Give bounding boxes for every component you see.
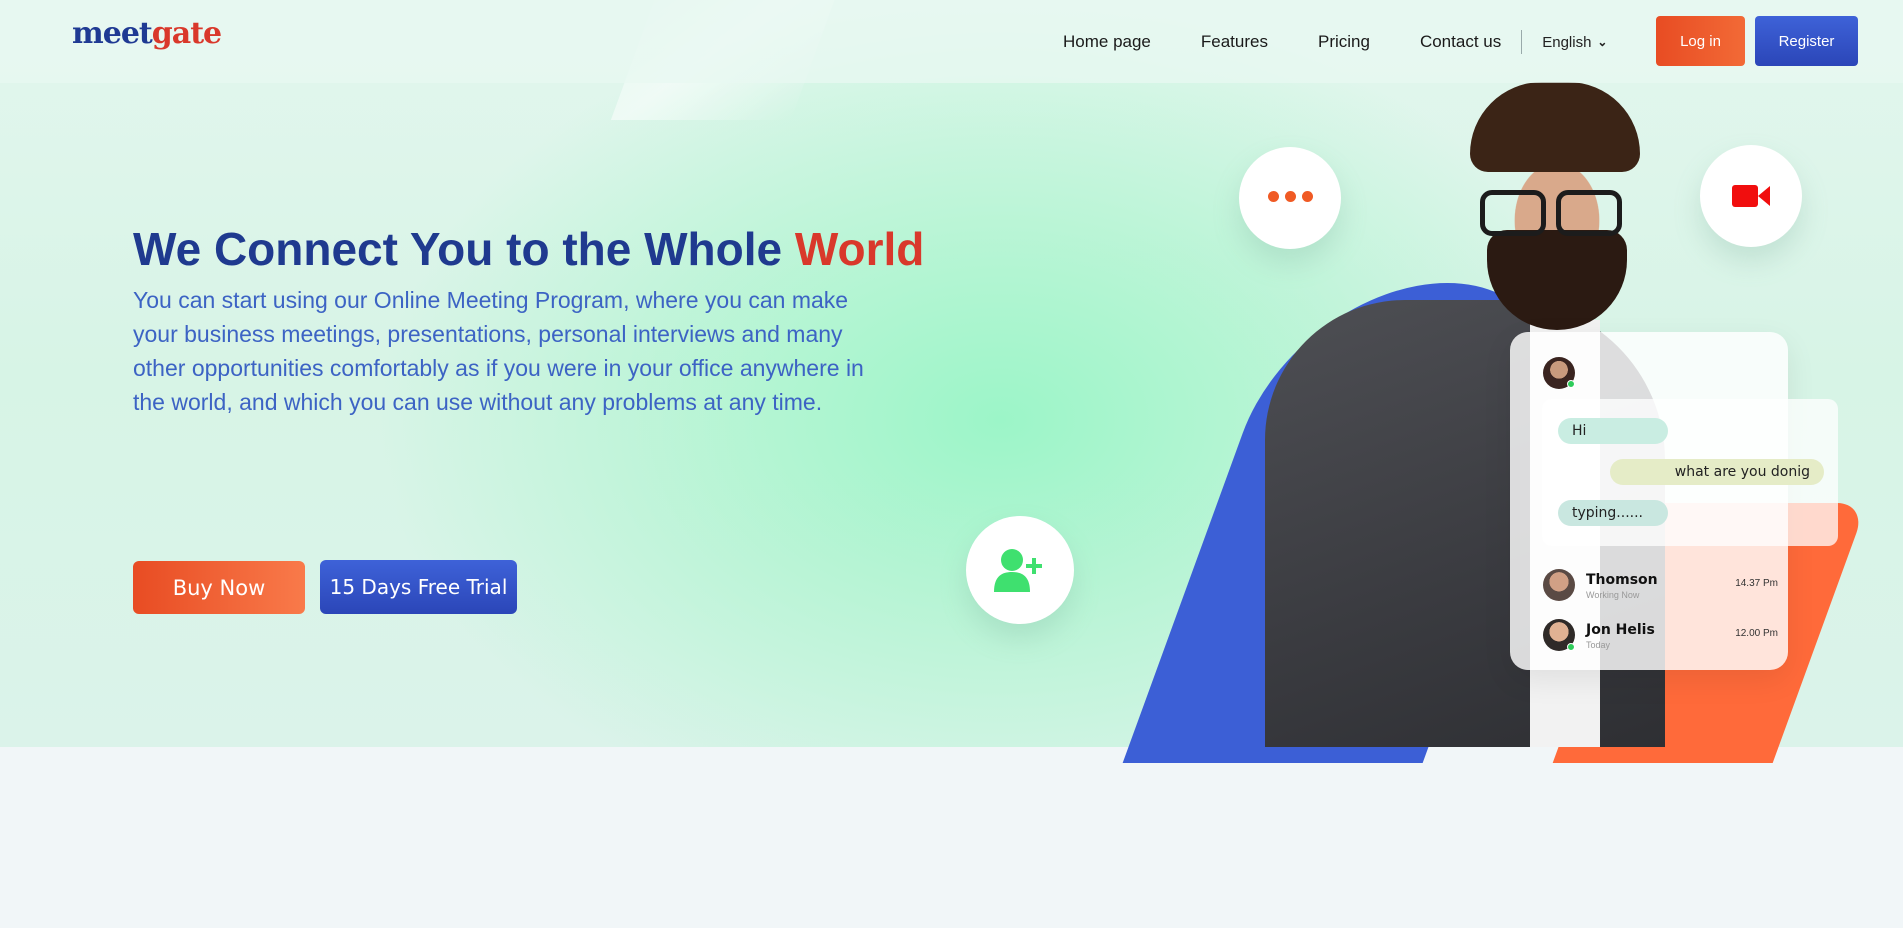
buy-now-button[interactable]: Buy Now (133, 561, 305, 614)
register-button[interactable]: Register (1755, 16, 1858, 66)
contact-time: 14.37 Pm (1735, 578, 1778, 589)
contact-status: Today (1586, 640, 1611, 650)
video-camera-icon (1700, 145, 1802, 247)
logo-part1: meet (72, 16, 153, 51)
contact-time: 12.00 Pm (1735, 628, 1778, 639)
nav-features[interactable]: Features (1201, 32, 1268, 52)
logo[interactable]: meetgate (72, 16, 222, 51)
chat-message: Hi (1558, 418, 1668, 444)
hero-title-accent: World (794, 223, 925, 275)
more-dots-icon (1239, 147, 1341, 249)
free-trial-button[interactable]: 15 Days Free Trial (320, 560, 517, 614)
nav-divider (1521, 30, 1523, 54)
chevron-down-icon: ⌄ (1597, 35, 1608, 49)
language-selector[interactable]: English ⌄ (1542, 34, 1607, 51)
main-nav: Home page Features Pricing Contact us En… (1063, 30, 1607, 54)
contact-status: Working Now (1586, 590, 1640, 600)
person-glasses (1470, 190, 1630, 236)
add-user-icon (966, 516, 1074, 624)
contact-item: Thomson Working Now 14.37 Pm (1543, 569, 1778, 603)
hero-title-main: We Connect You to the Whole (133, 223, 795, 275)
nav-home[interactable]: Home page (1063, 32, 1151, 52)
nav-contact[interactable]: Contact us (1420, 32, 1501, 52)
site-header: meetgate Home page Features Pricing Cont… (0, 0, 1903, 83)
hero-title: We Connect You to the Whole World (133, 222, 924, 276)
logo-part2: gate (151, 16, 222, 51)
avatar (1543, 569, 1575, 601)
login-button[interactable]: Log in (1656, 16, 1745, 66)
contact-item: Jon Helis Today 12.00 Pm (1543, 619, 1778, 653)
contact-name: Jon Helis (1586, 622, 1655, 638)
chat-message: what are you donig (1610, 459, 1824, 485)
language-label: English (1542, 33, 1592, 51)
hero-description: You can start using our Online Meeting P… (133, 287, 864, 415)
online-status-dot (1567, 643, 1575, 651)
online-status-dot (1567, 380, 1575, 388)
contact-name: Thomson (1586, 572, 1658, 588)
nav-pricing[interactable]: Pricing (1318, 32, 1370, 52)
chat-message: typing...... (1558, 500, 1668, 526)
